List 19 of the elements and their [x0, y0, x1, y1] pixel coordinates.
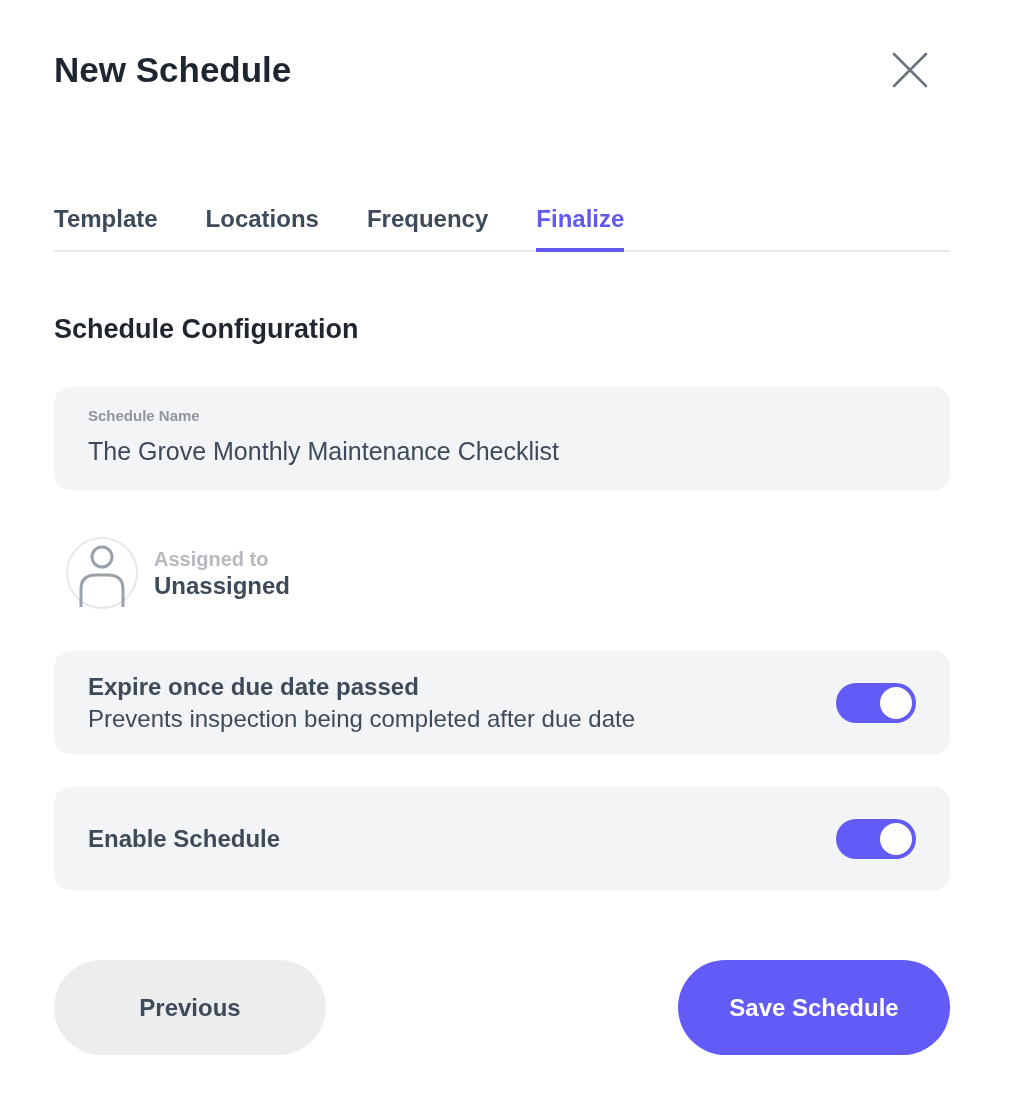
- save-button[interactable]: Save Schedule: [678, 960, 950, 1055]
- tab[interactable]: Finalize: [536, 204, 625, 252]
- setting-title: Expire once due date passed: [88, 671, 420, 702]
- assignee-name: Unassigned: [154, 570, 291, 600]
- close-button[interactable]: [892, 52, 928, 88]
- close-icon: [892, 52, 928, 88]
- previous-button[interactable]: Previous: [54, 960, 326, 1055]
- tab[interactable]: Frequency: [366, 204, 489, 252]
- assignee-label: Assigned to: [154, 546, 270, 571]
- tab[interactable]: Locations: [205, 204, 319, 252]
- toggle-switch[interactable]: [836, 818, 916, 859]
- section-heading: Schedule Configuration: [54, 313, 360, 345]
- person-avatar-icon[interactable]: [66, 537, 138, 609]
- dialog-title: New Schedule: [54, 50, 292, 90]
- toggle-switch[interactable]: [836, 682, 916, 723]
- setting-description: Prevents inspection being completed after due date: [88, 703, 636, 734]
- schedule-name-field[interactable]: Schedule Name The Grove Monthly Maintenance Checklist: [54, 387, 950, 490]
- setting-title: Enable Schedule: [88, 823, 281, 854]
- tab[interactable]: Template: [54, 204, 158, 252]
